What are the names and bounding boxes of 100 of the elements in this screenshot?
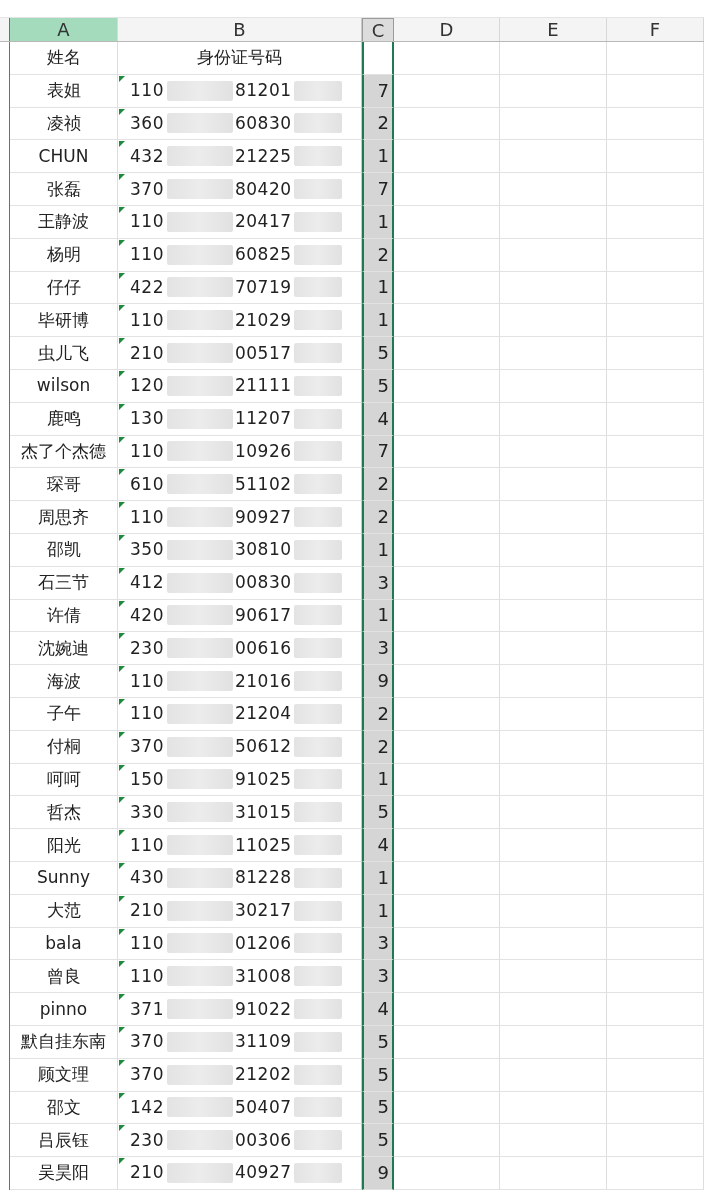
table-cell: 吕辰钰 <box>10 1124 118 1158</box>
table-cell: 毕研博 <box>10 304 118 338</box>
id-number-text: 11025 <box>234 836 292 854</box>
redacted-block <box>293 113 342 134</box>
redacted-block <box>166 736 233 757</box>
table-cell: 2 <box>362 107 394 141</box>
id-number-text: 110 <box>130 82 164 100</box>
table-cell: 5 <box>362 1058 394 1092</box>
table-cell: 1 <box>362 763 394 797</box>
redacted-block <box>293 507 342 528</box>
table-cell: 1 <box>362 533 394 567</box>
table-cell: 海波 <box>10 665 118 698</box>
redacted-block <box>166 146 233 167</box>
table-cell: 呵呵 <box>10 763 118 797</box>
redacted-block <box>166 966 233 987</box>
redacted-block <box>166 638 233 659</box>
table-cell: 3 <box>362 960 394 994</box>
redacted-block <box>293 867 342 888</box>
redacted-block <box>293 736 342 757</box>
column-header[interactable]: A <box>10 18 118 41</box>
redacted-block <box>166 900 233 921</box>
redacted-block <box>166 933 233 954</box>
table-cell: 5 <box>362 1124 394 1158</box>
id-number-text: 142 <box>130 1098 164 1116</box>
id-number-text: 110 <box>130 705 164 723</box>
redacted-block <box>166 113 233 134</box>
redacted-block <box>166 375 233 396</box>
active-cell[interactable] <box>362 42 394 75</box>
column-header[interactable]: E <box>500 18 607 41</box>
id-number-text: 10926 <box>234 442 292 460</box>
redacted-block <box>293 179 342 200</box>
id-number-text: 110 <box>130 246 164 264</box>
id-number-text: 130 <box>130 410 164 428</box>
redacted-block <box>166 539 233 560</box>
redacted-block <box>166 802 233 823</box>
table-cell: 琛哥 <box>10 468 118 502</box>
redacted-block <box>166 1163 233 1183</box>
id-number-text: 90927 <box>234 508 292 526</box>
table-cell: 姓名 <box>10 42 118 75</box>
id-number-text: 150 <box>130 770 164 788</box>
table-cell: 鹿鸣 <box>10 402 118 436</box>
id-number-text: 110 <box>130 508 164 526</box>
redacted-block <box>166 605 233 626</box>
id-number-text: 51102 <box>234 475 292 493</box>
table-cell: 仔仔 <box>10 271 118 305</box>
id-number-text: 70719 <box>234 278 292 296</box>
column-header[interactable]: F <box>607 18 704 41</box>
table-cell: 2 <box>362 468 394 502</box>
column-header[interactable]: D <box>394 18 500 41</box>
id-number-text: 00616 <box>234 639 292 657</box>
table-cell: 1 <box>362 140 394 174</box>
redacted-block <box>166 999 233 1019</box>
id-number-text: 91025 <box>234 770 292 788</box>
redacted-block <box>293 703 342 724</box>
id-number-text: 110 <box>130 934 164 952</box>
redacted-block <box>166 1031 233 1052</box>
id-number-text: 371 <box>130 1000 164 1018</box>
table-cell: 邵文 <box>10 1091 118 1125</box>
id-number-text: 31008 <box>234 967 292 985</box>
redacted-block <box>293 835 342 855</box>
table-cell: 周思齐 <box>10 501 118 534</box>
table-cell: 曾良 <box>10 960 118 994</box>
table-cell: 邵凯 <box>10 533 118 567</box>
redacted-block <box>293 966 342 987</box>
column-header[interactable]: C <box>362 18 394 41</box>
table-cell: 2 <box>362 238 394 272</box>
table-cell: CHUN <box>10 140 118 174</box>
table-cell: 7 <box>362 74 394 108</box>
table-cell: 5 <box>362 337 394 370</box>
id-number-text: 00306 <box>234 1131 292 1149</box>
redacted-block <box>293 277 342 298</box>
table-cell: Sunny <box>10 861 118 895</box>
id-number-text: 21111 <box>234 377 292 395</box>
table-cell: 4 <box>362 829 394 862</box>
table-cell: 1 <box>362 271 394 305</box>
redacted-block <box>293 1031 342 1052</box>
redacted-block <box>166 507 233 528</box>
table-cell: 1 <box>362 599 394 633</box>
table-cell: 3 <box>362 566 394 600</box>
id-number-text: 30810 <box>234 541 292 559</box>
id-number-text: 21016 <box>234 672 292 690</box>
redacted-block <box>166 80 233 101</box>
table-cell: 许倩 <box>10 599 118 633</box>
table-cell: 杨明 <box>10 238 118 272</box>
table-cell: pinno <box>10 993 118 1026</box>
redacted-block <box>166 441 233 462</box>
table-cell: 凌祯 <box>10 107 118 141</box>
id-number-text: 370 <box>130 180 164 198</box>
id-number-text: 60825 <box>234 246 292 264</box>
id-number-text: 230 <box>130 639 164 657</box>
id-number-text: 110 <box>130 311 164 329</box>
table-cell: 1 <box>362 206 394 239</box>
id-number-text: 110 <box>130 213 164 231</box>
redacted-block <box>293 244 342 265</box>
id-number-text: 110 <box>130 836 164 854</box>
redacted-block <box>166 572 233 593</box>
redacted-block <box>166 244 233 265</box>
id-number-text: 81201 <box>234 82 292 100</box>
redacted-block <box>166 310 233 331</box>
table-cell: 哲杰 <box>10 796 118 830</box>
